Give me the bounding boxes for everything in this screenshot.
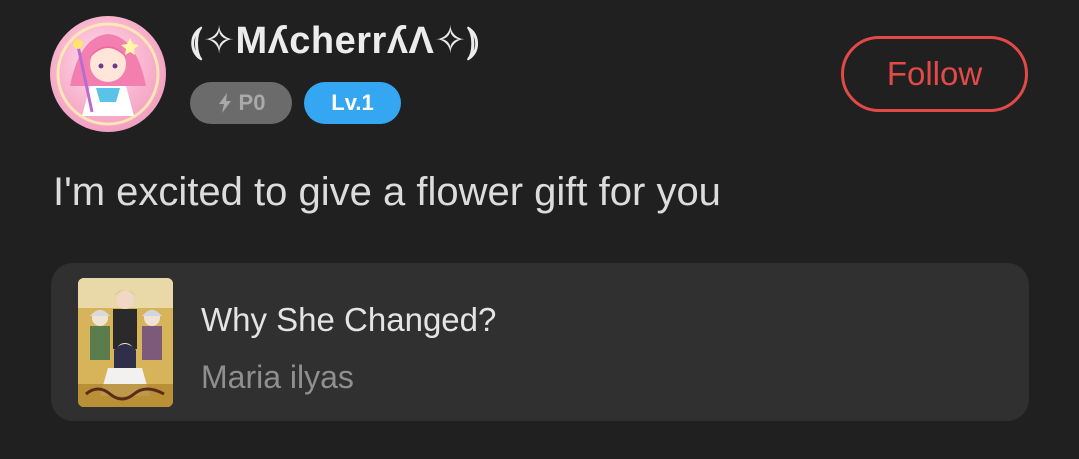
post-message: I'm excited to give a flower gift for yo… (53, 170, 721, 214)
points-label: P0 (238, 90, 266, 115)
level-badge[interactable]: Lv.1 (304, 82, 401, 124)
book-cover-image-icon (78, 278, 173, 407)
username[interactable]: ⦅✧MʎcherrʎΛ✧⦆ (190, 18, 480, 63)
user-badges: P0 Lv.1 (190, 82, 401, 124)
book-card[interactable]: Why She Changed? Maria ilyas (51, 263, 1029, 421)
anime-girl-avatar-icon (56, 22, 160, 126)
points-badge[interactable]: P0 (190, 82, 292, 124)
level-label: Lv.1 (331, 90, 374, 115)
book-cover[interactable] (78, 278, 173, 407)
book-title[interactable]: Why She Changed? (201, 301, 496, 339)
book-author[interactable]: Maria ilyas (201, 359, 354, 396)
follow-button[interactable]: Follow (841, 36, 1028, 112)
user-avatar[interactable] (50, 16, 166, 132)
lightning-icon (218, 93, 231, 113)
